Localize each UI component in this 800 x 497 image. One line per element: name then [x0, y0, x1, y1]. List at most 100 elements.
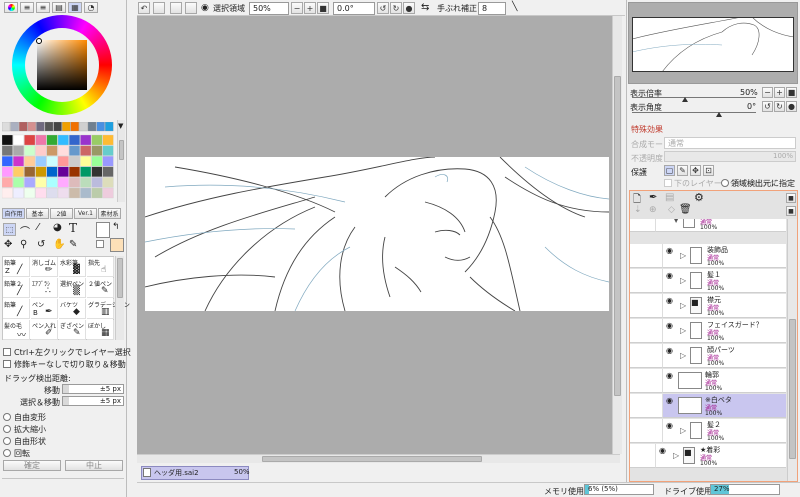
transfer-down-icon[interactable]: ⇣: [634, 205, 642, 215]
merge-down-icon[interactable]: ⊕: [649, 205, 657, 215]
layer-row[interactable]: ◉ ▷ ■ ★着彩 通常 100%: [656, 444, 786, 468]
zoom-reset-button[interactable]: ■: [317, 2, 329, 14]
swatch-tab[interactable]: ▦: [68, 2, 82, 13]
rotate-right-button[interactable]: ↻: [390, 2, 402, 14]
layer-visibility-gutter[interactable]: [630, 369, 663, 393]
delete-layer-icon[interactable]: 🗑: [679, 204, 692, 215]
nav-angle-slider-thumb[interactable]: [716, 112, 722, 117]
radio-scale[interactable]: [3, 425, 11, 433]
layer-settings-icon[interactable]: ⚙: [694, 191, 704, 204]
brush-tool[interactable]: 鉛筆２ ╱: [3, 278, 30, 298]
expand-icon[interactable]: ▷: [680, 426, 686, 435]
brush-tool[interactable]: 選択ペン ▒: [59, 278, 86, 298]
layer-row[interactable]: ◉ ▷ フェイスガード？ 通常 100%: [663, 319, 786, 343]
layer-row[interactable]: ◉ ※白ベタ 通常 100%: [663, 394, 786, 418]
layer-visibility-gutter[interactable]: [630, 344, 663, 368]
text-tool-icon[interactable]: T: [69, 221, 77, 235]
protect-drawing-button[interactable]: ✎: [677, 165, 688, 176]
brush-tool[interactable]: 指先 ☝: [87, 257, 114, 277]
rotate-reset-button[interactable]: ●: [403, 2, 415, 14]
layer-row[interactable]: ◉ ▷ ■ 襟元 通常 100%: [663, 294, 786, 318]
brush-tool[interactable]: 髪の毛〰: [3, 320, 30, 341]
eye-icon[interactable]: ◉: [666, 396, 673, 405]
transparent-color-toggle[interactable]: [96, 240, 104, 248]
magic-wand-icon[interactable]: ⁄: [37, 222, 39, 233]
nav-rotate-reset[interactable]: ●: [786, 101, 797, 112]
mixer-tab[interactable]: ▤: [52, 2, 66, 13]
expand-icon[interactable]: ▼: [673, 219, 679, 224]
undo-button[interactable]: ↶: [138, 2, 150, 14]
protect-lock-button[interactable]: ⊡: [703, 165, 714, 176]
layer-scrollbar[interactable]: [787, 219, 797, 481]
nav-zoom-slider-thumb[interactable]: [682, 97, 688, 102]
ctrl-click-checkbox[interactable]: [3, 348, 11, 356]
protect-move-button[interactable]: ✥: [690, 165, 701, 176]
tool-tab[interactable]: 基本: [26, 208, 49, 219]
clip-checkbox[interactable]: [664, 179, 672, 187]
layer-row[interactable]: ▼ 通常 100%: [656, 219, 786, 232]
brush-tool[interactable]: ぼかし ▦: [87, 320, 114, 340]
palette-scrollbar[interactable]: [117, 120, 125, 202]
palette-menu-icon[interactable]: ▼: [118, 122, 123, 130]
brush-tool[interactable]: 水彩筆 ▓: [59, 257, 86, 277]
zoom-in-button[interactable]: +: [304, 2, 316, 14]
brush-scrollbar[interactable]: [115, 256, 124, 340]
tool-tab[interactable]: Ver.1: [74, 208, 97, 219]
effects-section-label[interactable]: 特殊効果: [631, 124, 663, 135]
canvas-horizontal-scrollbar[interactable]: [137, 454, 620, 463]
layer-visibility-gutter[interactable]: [630, 319, 663, 343]
nav-rotate-right[interactable]: ↻: [774, 101, 785, 112]
nav-zoom-slider[interactable]: [632, 97, 756, 102]
opacity-slider[interactable]: 100%: [664, 151, 796, 162]
layer-visibility-gutter[interactable]: [630, 444, 656, 468]
layer-row[interactable]: ◉ ▷ 装飾品 通常 100%: [663, 244, 786, 268]
new-folder-icon[interactable]: ▤: [665, 192, 674, 203]
eye-icon[interactable]: ◉: [659, 446, 666, 455]
radio-free-transform[interactable]: [3, 413, 11, 421]
stabilizer-field[interactable]: 8: [478, 2, 506, 15]
eye-icon[interactable]: ◉: [666, 371, 673, 380]
selection-visibility-icon[interactable]: ◉: [201, 3, 209, 13]
eye-icon[interactable]: ◉: [666, 321, 673, 330]
color-picker-marker[interactable]: [36, 38, 42, 44]
blend-mode-select[interactable]: 通常: [664, 137, 796, 149]
tool-tab[interactable]: 素材系: [98, 208, 121, 219]
expand-icon[interactable]: ▷: [680, 276, 686, 285]
brush-tool[interactable]: ｴｱﾌﾞﾗｼ ∴: [31, 278, 58, 298]
move-icon[interactable]: ✥: [4, 239, 12, 250]
expand-icon[interactable]: ▷: [680, 251, 686, 260]
eyedropper-icon[interactable]: ✎: [69, 239, 77, 250]
layer-visibility-gutter[interactable]: [630, 244, 663, 268]
tool-tab[interactable]: 自作用: [2, 208, 25, 219]
detect-source-checkbox[interactable]: [721, 179, 729, 187]
navigator-preview[interactable]: [628, 2, 798, 84]
expand-icon[interactable]: ▷: [673, 451, 679, 460]
brush-tool[interactable]: ぎざペン ✎: [59, 320, 86, 340]
nav-zoom-in[interactable]: +: [774, 87, 785, 98]
pressure-icon[interactable]: ╲: [512, 2, 517, 12]
nav-zoom-out[interactable]: −: [762, 87, 773, 98]
confirm-button[interactable]: 確定: [3, 460, 61, 471]
lasso-icon[interactable]: ⌒: [20, 223, 30, 238]
radio-freeshape[interactable]: [3, 437, 11, 445]
expand-icon[interactable]: ▷: [680, 351, 686, 360]
layer-visibility-gutter[interactable]: [630, 269, 663, 293]
rotate-icon[interactable]: ↺: [37, 239, 45, 250]
rgb-slider-tab[interactable]: ≡: [20, 2, 34, 13]
layer-row[interactable]: ◉ ▷ 髪１ 通常 100%: [663, 269, 786, 293]
layer-panel-option-button-2[interactable]: ■: [786, 206, 796, 216]
nav-angle-slider[interactable]: [632, 112, 756, 117]
angle-field[interactable]: 0.0°: [333, 2, 375, 15]
primary-color-swatch[interactable]: [96, 222, 110, 238]
expand-icon[interactable]: ▷: [680, 301, 686, 310]
scratch-tab[interactable]: ◔: [84, 2, 98, 13]
secondary-color-swatch[interactable]: [110, 238, 124, 252]
eye-icon[interactable]: ◉: [666, 246, 673, 255]
nav-zoom-reset[interactable]: ■: [786, 87, 797, 98]
layer-visibility-gutter[interactable]: [630, 394, 663, 418]
eye-icon[interactable]: ◉: [666, 346, 673, 355]
layer-visibility-gutter[interactable]: [630, 294, 663, 318]
brush-tool[interactable]: ペン入れ ✐: [31, 320, 58, 340]
layer-row[interactable]: ◉ ▷ 髪２ 通常 100%: [663, 419, 786, 443]
swatch-grid[interactable]: [1, 121, 116, 200]
